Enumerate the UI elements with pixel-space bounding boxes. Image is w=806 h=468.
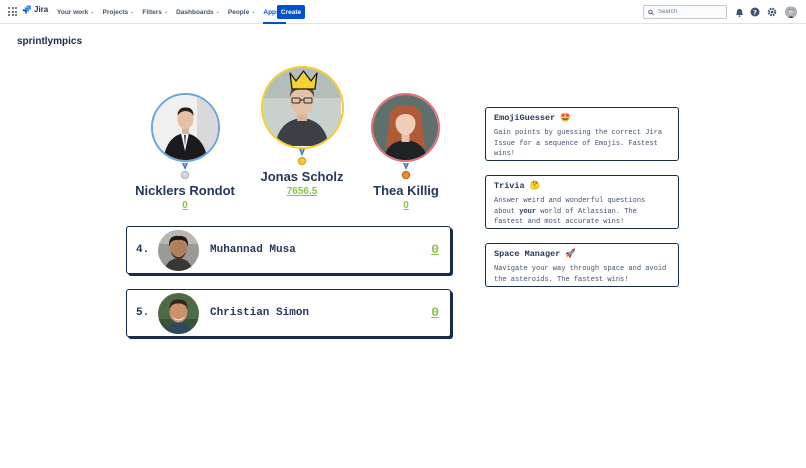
podium-second-avatar bbox=[151, 93, 220, 162]
game-title: Trivia 🤔 bbox=[494, 181, 541, 191]
crown-icon bbox=[289, 70, 318, 90]
user-avatar[interactable] bbox=[785, 6, 797, 18]
game-description-bold: your bbox=[519, 207, 537, 216]
help-icon[interactable]: ? bbox=[749, 6, 761, 18]
game-card-trivia[interactable]: Trivia 🤔 Answer weird and wonderful ques… bbox=[485, 175, 679, 229]
search-input[interactable] bbox=[658, 9, 726, 15]
ranking-avatar bbox=[158, 293, 199, 334]
nav-people[interactable]: People ⌄ bbox=[228, 0, 256, 24]
nav-your-work[interactable]: Your work ⌄ bbox=[57, 0, 95, 24]
nav-label: Projects bbox=[102, 8, 129, 16]
gold-medal-icon bbox=[297, 149, 307, 166]
podium-third-name: Thea Killig bbox=[373, 183, 439, 198]
game-description: Gain points by guessing the correct Jira… bbox=[494, 129, 663, 158]
podium-second-score[interactable]: 0 bbox=[182, 200, 188, 211]
chevron-down-icon: ⌄ bbox=[215, 9, 220, 15]
logo-text: Jira bbox=[34, 5, 49, 14]
ranking-score[interactable]: 0 bbox=[431, 242, 439, 257]
ranking-row: 4. Muhannad Musa 0 bbox=[126, 226, 451, 274]
podium-first-score[interactable]: 7656.5 bbox=[287, 186, 318, 197]
ranking-name: Muhannad Musa bbox=[210, 244, 296, 256]
chevron-down-icon: ⌄ bbox=[163, 9, 169, 15]
podium-third-avatar bbox=[371, 93, 440, 162]
jira-logo[interactable]: Jira bbox=[22, 5, 48, 14]
rank-number: 4. bbox=[136, 244, 150, 256]
nav-projects[interactable]: Projects ⌄ bbox=[103, 0, 135, 24]
nav-label: Your work bbox=[57, 8, 89, 16]
silver-medal-icon bbox=[180, 163, 190, 180]
bronze-medal-icon bbox=[401, 163, 411, 180]
search-icon bbox=[648, 9, 654, 15]
nav-menu: Your work ⌄ Projects ⌄ Filters ⌄ Dashboards… bbox=[57, 0, 294, 24]
chevron-down-icon: ⌄ bbox=[130, 9, 135, 15]
create-button[interactable]: Create bbox=[277, 5, 305, 19]
chevron-down-icon: ⌄ bbox=[251, 9, 256, 15]
settings-gear-icon[interactable] bbox=[766, 6, 778, 18]
chevron-down-icon: ⌄ bbox=[90, 9, 95, 15]
app-switcher-icon[interactable] bbox=[8, 7, 17, 16]
podium-second-name: Nicklers Rondot bbox=[135, 183, 235, 198]
svg-text:?: ? bbox=[753, 8, 757, 16]
game-card-emojiguesser[interactable]: EmojiGuesser 🤩 Gain points by guessing t… bbox=[485, 107, 679, 161]
ranking-row: 5. Christian Simon 0 bbox=[126, 289, 451, 337]
game-description: Navigate your way through space and avoi… bbox=[494, 265, 667, 284]
notifications-bell-icon[interactable] bbox=[733, 6, 745, 18]
page-title: sprintlympics bbox=[17, 36, 83, 47]
game-description: Answer weird and wonderful questions abo… bbox=[494, 196, 670, 228]
ranking-avatar bbox=[158, 230, 199, 271]
nav-dashboards[interactable]: Dashboards ⌄ bbox=[176, 0, 220, 24]
nav-label: Filters bbox=[142, 8, 162, 16]
nav-filters[interactable]: Filters ⌄ bbox=[142, 0, 168, 24]
nav-label: People bbox=[227, 8, 250, 16]
game-card-space-manager[interactable]: Space Manager 🚀 Navigate your way throug… bbox=[485, 243, 679, 287]
game-title: Space Manager 🚀 bbox=[494, 249, 576, 259]
ranking-name: Christian Simon bbox=[210, 307, 310, 319]
podium-third-score[interactable]: 0 bbox=[403, 200, 409, 211]
jira-logo-icon bbox=[22, 5, 31, 14]
nav-label: Dashboards bbox=[176, 8, 214, 16]
ranking-score[interactable]: 0 bbox=[431, 305, 439, 320]
podium-first-name: Jonas Scholz bbox=[260, 169, 344, 184]
top-navigation: Jira Your work ⌄ Projects ⌄ Filters ⌄ Dashb… bbox=[0, 0, 806, 24]
game-title: EmojiGuesser 🤩 bbox=[494, 113, 571, 123]
rank-number: 5. bbox=[136, 307, 150, 319]
search-box[interactable] bbox=[643, 5, 727, 19]
